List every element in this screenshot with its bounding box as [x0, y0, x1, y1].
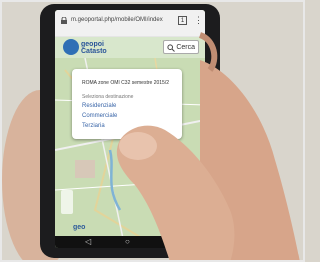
right-hand	[116, 32, 300, 262]
photo-scene: m.geoportal.php/mobile/OMI/index 1 ⋮ geo…	[0, 0, 305, 262]
